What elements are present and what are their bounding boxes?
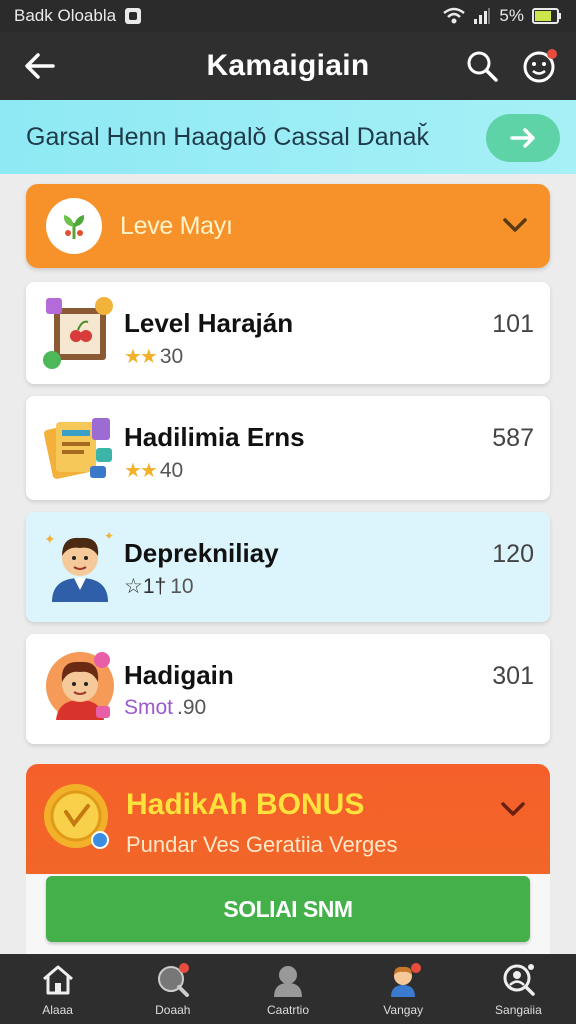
item-meta: Smot .90	[124, 696, 206, 720]
svg-text:✦: ✦	[104, 529, 114, 543]
search-icon	[467, 51, 498, 82]
item-meta-value: .90	[177, 696, 207, 719]
search-button[interactable]	[462, 46, 502, 86]
nav-label: Vangay	[383, 1003, 424, 1017]
list-item[interactable]: Level Haraján ★★ 30 101	[26, 282, 550, 384]
avatar-icon	[383, 961, 423, 999]
search-user-icon	[498, 961, 538, 999]
rating-stars: ★★	[124, 460, 158, 482]
nav-item-search[interactable]: Doaah	[115, 954, 230, 1024]
item-count: 101	[492, 310, 534, 338]
profile-button[interactable]	[520, 46, 560, 86]
man-avatar-icon: ✦ ✦	[42, 526, 118, 602]
nav-item-user-search[interactable]: Sangaiia	[461, 954, 576, 1024]
nav-item-avatar[interactable]: Vangay	[346, 954, 461, 1024]
nav-label: Caatrtio	[266, 1003, 310, 1017]
chevron-down-icon[interactable]	[498, 794, 528, 829]
banner-go-button[interactable]	[486, 114, 560, 162]
notification-icon	[124, 7, 142, 25]
nav-item-person[interactable]: Caatrtio	[230, 954, 345, 1024]
item-meta-prefix: Smot	[124, 696, 174, 719]
item-meta-prefix: ☆1†	[124, 575, 167, 598]
list-item[interactable]: Hadigain Smot .90 301	[26, 634, 550, 744]
rating-stars: ★★	[124, 346, 158, 368]
search-icon	[153, 961, 193, 999]
item-count: 120	[492, 540, 534, 568]
picture-frame-icon	[42, 296, 118, 372]
banner-text: Garsal Henn Haagalǒ Cassal Danaǩ	[26, 122, 429, 151]
item-meta: ★★ 40	[124, 458, 183, 483]
battery-percent: 5%	[499, 6, 524, 25]
documents-icon	[42, 410, 118, 486]
arrow-right-icon	[510, 128, 535, 148]
nav-label: Sangaiia	[495, 1003, 542, 1017]
signal-icon	[473, 7, 491, 25]
svg-text:✦: ✦	[44, 532, 56, 548]
plant-icon	[46, 198, 102, 254]
status-bar: Badk Oloabla 5%	[0, 0, 576, 32]
woman-avatar-icon	[42, 648, 118, 724]
item-meta-value: 10	[170, 574, 194, 598]
list-item[interactable]: Hadilimia Erns ★★ 40 587	[26, 396, 550, 500]
app-bar: Kamaigiain	[0, 32, 576, 100]
item-count: 301	[492, 662, 534, 690]
bonus-claim-button[interactable]: SOLIAI SNM	[46, 876, 530, 942]
item-count: 587	[492, 424, 534, 452]
level-section-header[interactable]: Leve Mayı	[26, 184, 550, 268]
item-meta-value: 30	[159, 344, 184, 368]
smiley-notification-icon	[523, 49, 557, 83]
person-icon	[268, 961, 308, 999]
item-name: Level Haraján	[124, 308, 294, 338]
bottom-navigation: Alaaa Doaah Caatrtio Vangay Sangaiia	[0, 954, 576, 1024]
bonus-title: HadikAh BONUS	[126, 788, 365, 821]
wifi-icon	[443, 7, 466, 25]
nav-label: Doaah	[155, 1003, 191, 1017]
promo-banner[interactable]: Garsal Henn Haagalǒ Cassal Danaǩ	[0, 100, 576, 174]
item-name: Deprekniliay	[124, 538, 279, 568]
item-meta: ☆1† 10	[124, 574, 194, 599]
item-meta: ★★ 30	[124, 344, 183, 369]
home-icon	[38, 961, 78, 999]
bonus-section: HadikAh BONUS Pundar Ves Geratiia Verges…	[26, 764, 550, 954]
nav-label: Alaaa	[42, 1003, 73, 1017]
item-name: Hadilimia Erns	[124, 422, 305, 452]
chevron-down-icon[interactable]	[500, 210, 530, 245]
bonus-subtitle: Pundar Ves Geratiia Verges	[126, 832, 398, 857]
list-item-selected[interactable]: ✦ ✦ Deprekniliay ☆1† 10 120	[26, 512, 550, 622]
item-meta-value: 40	[159, 458, 184, 482]
medal-icon	[42, 782, 114, 854]
status-left-text: Badk Oloabla	[14, 6, 117, 25]
item-name: Hadigain	[124, 660, 234, 690]
nav-item-home[interactable]: Alaaa	[0, 954, 115, 1024]
battery-icon	[532, 8, 562, 24]
level-section-title: Leve Mayı	[120, 211, 233, 240]
